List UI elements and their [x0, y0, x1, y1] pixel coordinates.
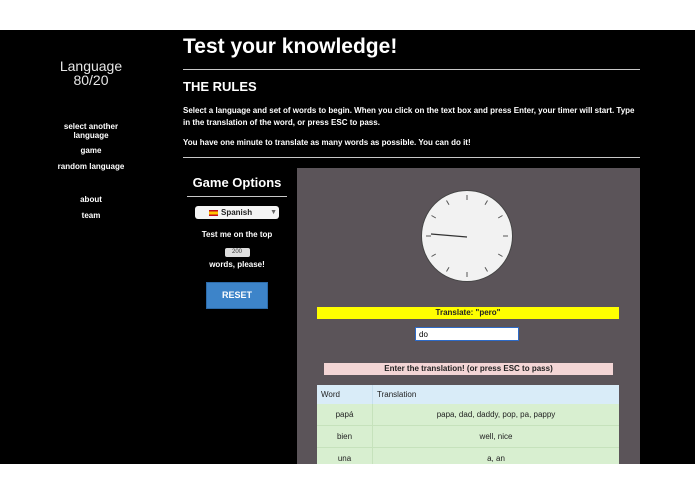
sidebar-nav: select another language game random lang…	[0, 122, 182, 220]
translation-cell: papa, dad, daddy, pop, pa, pappy	[372, 404, 619, 426]
main-content: Test your knowledge! THE RULES Select a …	[183, 30, 643, 464]
table-header-row: Word Translation	[317, 385, 619, 404]
app-frame: Language 80/20 select another language g…	[0, 30, 695, 464]
brand-line-2: 80/20	[73, 72, 109, 88]
word-count-select[interactable]: 200	[224, 248, 250, 257]
nav-team[interactable]: team	[0, 211, 182, 220]
translate-prompt: Translate: "pero"	[317, 307, 619, 319]
brand-logo[interactable]: Language 80/20	[0, 59, 182, 87]
answer-input[interactable]: do	[415, 327, 519, 341]
translation-cell: well, nice	[372, 425, 619, 448]
language-select[interactable]: Spanish ▼	[195, 206, 279, 219]
page-title: Test your knowledge!	[183, 35, 398, 58]
nav-select-language[interactable]: select another language	[0, 122, 182, 140]
nav-random-language[interactable]: random language	[0, 162, 182, 171]
game-options-divider	[187, 196, 287, 197]
brand-line-1: Language	[59, 58, 123, 74]
table-row: papá papa, dad, daddy, pop, pa, pappy	[317, 404, 619, 426]
rules-heading: THE RULES	[183, 79, 257, 94]
divider-top	[183, 69, 640, 70]
column-header-translation: Translation	[372, 385, 619, 404]
game-panel: Translate: "pero" do Enter the translati…	[297, 168, 640, 464]
column-header-word: Word	[317, 385, 373, 404]
clock-face	[426, 195, 508, 277]
word-cell: bien	[317, 425, 373, 448]
word-cell: papá	[317, 404, 373, 426]
chevron-down-icon: ▼	[270, 209, 277, 216]
nav-select-language-line-2: language	[73, 131, 109, 140]
game-options: Game Options Spanish ▼ Test me on the to…	[185, 175, 289, 309]
nav-select-language-line-1: select another	[63, 122, 119, 131]
words-please-label: words, please!	[209, 260, 265, 269]
clock-icon	[421, 190, 513, 282]
reset-button[interactable]: RESET	[206, 282, 268, 309]
nav-game[interactable]: game	[0, 146, 182, 155]
table-row: una a, an	[317, 447, 619, 464]
hint-banner: Enter the translation! (or press ESC to …	[324, 363, 613, 375]
spain-flag-icon	[209, 210, 218, 216]
rules-text-2: You have one minute to translate as many…	[183, 138, 471, 147]
sidebar: Language 80/20 select another language g…	[0, 30, 182, 464]
results-table: Word Translation papá papa, dad, daddy, …	[317, 385, 619, 464]
game-options-heading: Game Options	[192, 175, 282, 190]
rules-text-1: Select a language and set of words to be…	[183, 106, 635, 127]
test-me-label: Test me on the top	[201, 230, 273, 239]
translation-cell: a, an	[372, 447, 619, 464]
divider-rules	[183, 157, 640, 158]
language-select-value: Spanish	[221, 208, 253, 217]
nav-about[interactable]: about	[0, 195, 182, 204]
word-cell: una	[317, 447, 373, 464]
table-row: bien well, nice	[317, 425, 619, 448]
